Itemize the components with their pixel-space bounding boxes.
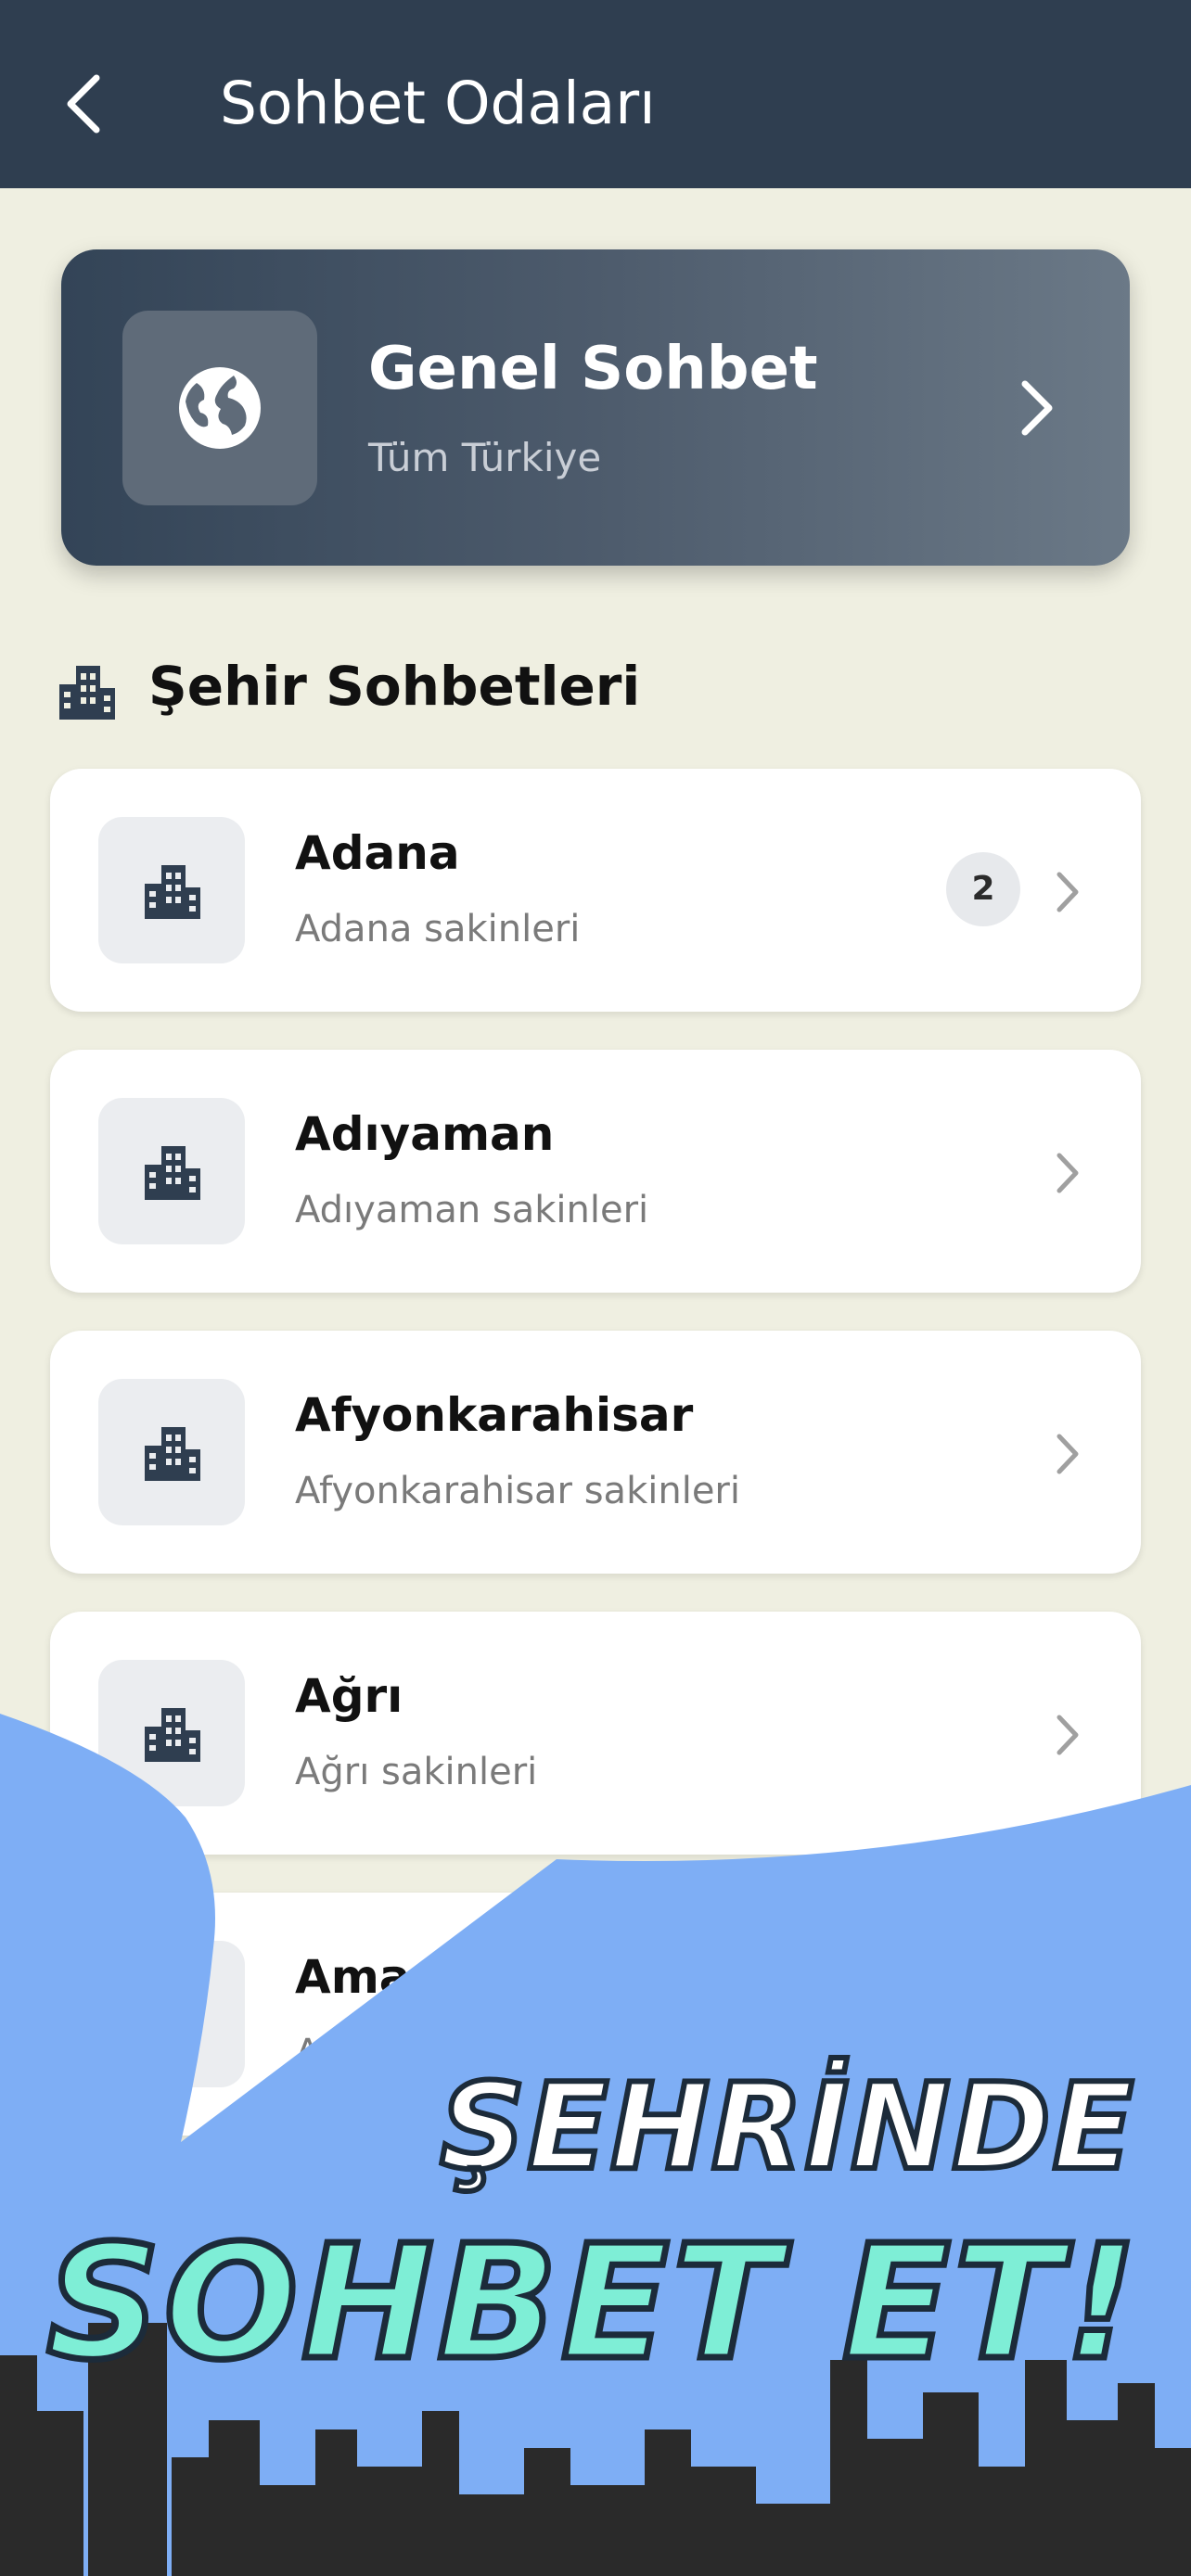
city-icon — [145, 865, 200, 919]
page-title: Sohbet Odaları — [220, 70, 656, 137]
back-button[interactable] — [58, 67, 113, 141]
city-subtitle: Adana sakinleri — [295, 908, 581, 950]
city-subtitle: Ağrı sakinleri — [295, 1751, 538, 1793]
city-subtitle: Afyonkarahisar sakinleri — [295, 1470, 740, 1512]
chevron-right-icon — [1021, 380, 1053, 436]
globe-icon-box — [122, 311, 317, 505]
city-icon — [59, 666, 115, 720]
globe-icon — [179, 367, 261, 449]
city-item-afyonkarahisar[interactable]: Afyonkarahisar Afyonkarahisar sakinleri — [50, 1331, 1141, 1574]
chevron-right-icon — [1057, 1715, 1079, 1755]
city-item-adiyaman[interactable]: Adıyaman Adıyaman sakinleri — [50, 1050, 1141, 1293]
city-name: Adana — [295, 826, 460, 880]
city-icon-box — [98, 817, 245, 963]
city-name: Adıyaman — [295, 1107, 555, 1161]
promo-headline-line2: SOHBET ET! — [44, 2209, 1141, 2399]
promo-headline-line1: ŞEHRİNDE — [437, 2056, 1136, 2200]
city-icon-box — [98, 1379, 245, 1525]
app-header: Sohbet Odaları — [0, 0, 1191, 188]
city-icon — [145, 1146, 200, 1200]
city-icon — [145, 1989, 200, 2043]
city-item-agri[interactable]: Ağrı Ağrı sakinleri — [50, 1612, 1141, 1855]
city-icon-box — [98, 1098, 245, 1244]
city-name: Amasya — [295, 1950, 500, 2004]
city-icon — [145, 1708, 200, 1762]
general-chat-title: Genel Sohbet — [368, 335, 818, 403]
general-chat-subtitle: Tüm Türkiye — [368, 435, 602, 480]
general-chat-card[interactable]: Genel Sohbet Tüm Türkiye — [61, 249, 1130, 566]
section-title: Şehir Sohbetleri — [148, 655, 641, 718]
chevron-right-icon — [1057, 1434, 1079, 1474]
chevron-right-icon — [1057, 1153, 1079, 1193]
city-icon-box — [98, 1660, 245, 1806]
chevron-right-icon — [1057, 872, 1079, 912]
city-name: Afyonkarahisar — [295, 1388, 694, 1442]
city-icon-box — [98, 1941, 245, 2087]
chevron-left-icon — [67, 74, 100, 134]
city-subtitle: Adıyaman sakinleri — [295, 1189, 649, 1231]
unread-badge: 2 — [946, 852, 1020, 926]
city-item-adana[interactable]: Adana Adana sakinleri 2 — [50, 769, 1141, 1012]
city-icon — [145, 1427, 200, 1481]
city-name: Ağrı — [295, 1669, 403, 1723]
